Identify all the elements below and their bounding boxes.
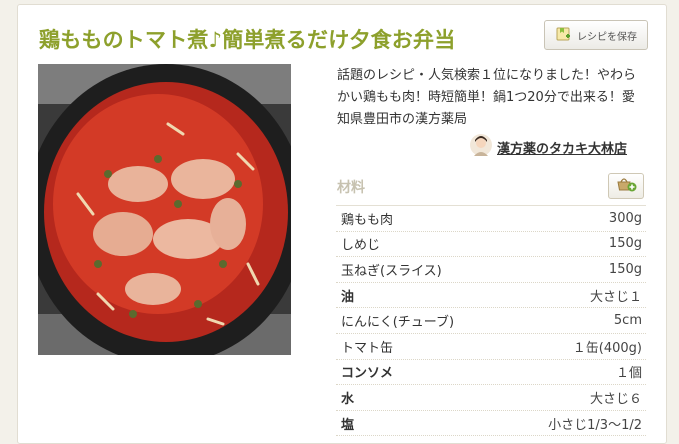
recipe-description: 話題のレシピ・人気検索１位になりました！やわらかい鶏もも肉！時短簡単！鍋1つ20… bbox=[337, 68, 637, 127]
ingredient-name: トマト缶 bbox=[341, 340, 394, 356]
ingredient-qty: １個 bbox=[615, 366, 642, 382]
ingredients-heading: 材料 bbox=[337, 180, 365, 196]
basket-add-icon bbox=[615, 175, 637, 197]
save-recipe-icon bbox=[555, 25, 573, 46]
ingredient-row: 水 大さじ６ bbox=[336, 385, 646, 411]
ingredient-row: 塩 小さじ1/3〜1/2 bbox=[336, 411, 646, 437]
save-recipe-label: レシピを保存 bbox=[577, 31, 637, 43]
ingredient-qty: 小さじ1/3〜1/2 bbox=[548, 417, 642, 433]
ingredient-row: 油 大さじ１ bbox=[336, 283, 646, 309]
ingredient-qty: 大さじ１ bbox=[589, 289, 642, 305]
ingredient-name: コンソメ bbox=[341, 366, 394, 382]
ingredient-row: しめじ 150g bbox=[336, 232, 646, 258]
ingredient-qty: 300g bbox=[608, 210, 642, 226]
recipe-photo[interactable] bbox=[38, 64, 291, 355]
ingredient-qty: 5cm bbox=[613, 313, 642, 329]
ingredient-list: 鶏もも肉 300g しめじ 150g 玉ねぎ(スライス) 150g 油 大さじ１… bbox=[336, 205, 646, 437]
ingredient-row: 鶏もも肉 300g bbox=[336, 206, 646, 232]
ingredient-name: 鶏もも肉 bbox=[341, 212, 394, 228]
ingredient-name: しめじ bbox=[341, 238, 381, 254]
author-avatar[interactable] bbox=[470, 134, 492, 160]
ingredient-qty: 150g bbox=[608, 261, 642, 277]
save-recipe-button[interactable]: レシピを保存 bbox=[544, 20, 648, 50]
ingredient-name: 玉ねぎ(スライス) bbox=[341, 263, 442, 279]
ingredient-qty: １缶(400g) bbox=[572, 340, 642, 356]
ingredient-name: にんにく(チューブ) bbox=[341, 315, 455, 331]
ingredient-name: 油 bbox=[341, 289, 355, 305]
ingredient-row: コンソメ １個 bbox=[336, 360, 646, 386]
ingredient-row: にんにく(チューブ) 5cm bbox=[336, 308, 646, 334]
ingredient-name: 塩 bbox=[341, 417, 355, 433]
ingredient-name: 水 bbox=[341, 391, 355, 407]
add-to-basket-button[interactable] bbox=[608, 173, 644, 199]
author-link[interactable]: 漢方薬のタカキ大林店 bbox=[497, 138, 627, 157]
ingredient-qty: 大さじ６ bbox=[589, 391, 642, 407]
ingredient-qty: 150g bbox=[608, 236, 642, 252]
recipe-title: 鶏もものトマト煮♪簡単煮るだけ夕食お弁当 bbox=[39, 28, 456, 52]
ingredient-row: 玉ねぎ(スライス) 150g bbox=[336, 257, 646, 283]
ingredient-row: トマト缶 １缶(400g) bbox=[336, 334, 646, 360]
recipe-card: 鶏もものトマト煮♪簡単煮るだけ夕食お弁当 レシピを保存 話題のレシピ・人気検索１… bbox=[17, 4, 667, 444]
author: 漢方薬のタカキ大林店 bbox=[470, 134, 627, 160]
